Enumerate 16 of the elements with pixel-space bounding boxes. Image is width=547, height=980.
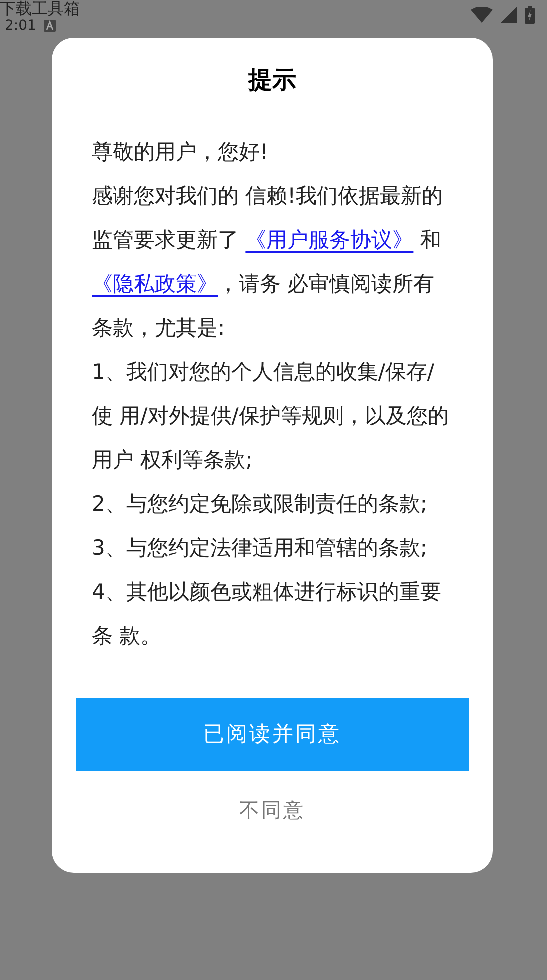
signal-icon — [501, 7, 517, 23]
wifi-icon — [471, 7, 493, 23]
notification-icon — [44, 20, 56, 32]
status-time: 2:01 — [5, 18, 36, 34]
body-text: 感谢您对我们的 信赖!我们依据最新的监管要求更新了 《用户服务协议》 和 《隐私政策》，请务 必审慎阅读所有条款，尤其是: — [92, 183, 444, 342]
body-text: 尊敬的用户，您好! — [92, 139, 270, 166]
body-text: 3、与您约定法律适用和管辖的条款; — [92, 535, 428, 562]
dialog-title: 提示 — [248, 65, 296, 96]
policy-link[interactable]: 《隐私政策》 — [92, 272, 218, 296]
battery-charging-icon — [525, 6, 535, 24]
policy-link[interactable]: 《用户服务协议》 — [246, 228, 414, 252]
decline-button[interactable]: 不同意 — [224, 791, 322, 829]
app-title: 下载工具箱 — [0, 0, 80, 18]
body-text: 2、与您约定免除或限制责任的条款; — [92, 491, 428, 518]
body-text: 1、我们对您的个人信息的收集/保存/使 用/对外提供/保护等规则，以及您的用户 权利等条款; — [92, 359, 450, 474]
body-text: 4、其他以颜色或粗体进行标识的重要条 款。 — [92, 579, 442, 650]
